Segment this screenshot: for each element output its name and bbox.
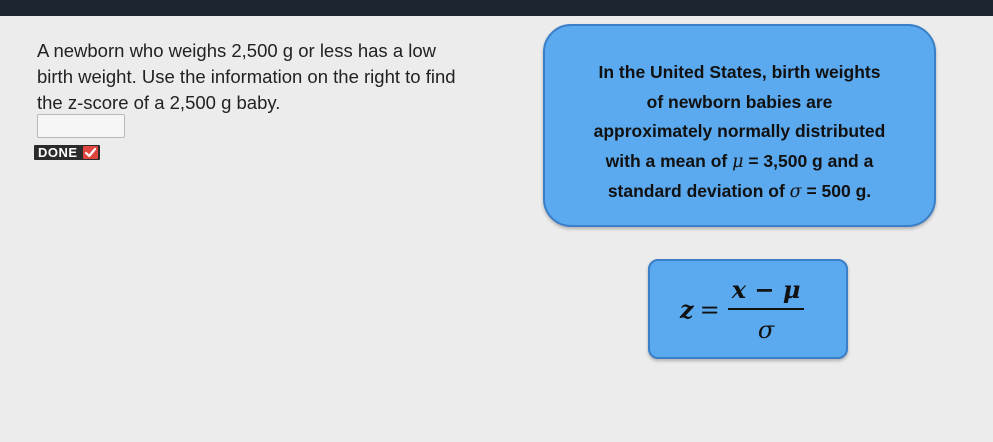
formula-denominator: σ [757, 316, 775, 344]
info-line-1: In the United States, birth weights [598, 62, 881, 82]
info-line-mean: with a mean of μ = 3,500 g and a [545, 147, 934, 178]
mean-prefix: with a mean of [605, 150, 733, 171]
info-line-3: approximately normally distributed [593, 121, 886, 141]
formula-fraction: x − μ σ [727, 275, 805, 344]
formula-card: z = x − μ σ [648, 259, 848, 359]
checkmark-icon [82, 146, 98, 159]
formula-numerator: x − μ [727, 275, 805, 310]
mean-value: = 3,500 g and a [743, 150, 874, 171]
info-line-2: of newborn babies are [646, 91, 833, 112]
top-bar [0, 0, 993, 16]
done-button-label: DONE [38, 145, 78, 160]
sigma-symbol: σ [789, 182, 802, 202]
sd-value: = 500 g. [801, 181, 872, 201]
z-score-formula: z = x − μ σ [680, 275, 805, 344]
info-card: In the United States, birth weights of n… [543, 24, 936, 227]
done-button[interactable]: DONE [34, 145, 100, 160]
mu-symbol: μ [732, 151, 744, 172]
question-line-3: the z-score of a 2,500 g baby. [37, 92, 281, 113]
formula-equals: = [699, 295, 720, 324]
formula-z: z [680, 295, 694, 324]
info-line-sd: standard deviation of σ = 500 g. [545, 177, 934, 208]
sd-prefix: standard deviation of [607, 181, 790, 201]
answer-input[interactable] [37, 114, 125, 138]
question-line-2: birth weight. Use the information on the… [37, 66, 456, 87]
question-text: A newborn who weighs 2,500 g or less has… [37, 38, 527, 116]
question-line-1: A newborn who weighs 2,500 g or less has… [37, 40, 437, 61]
